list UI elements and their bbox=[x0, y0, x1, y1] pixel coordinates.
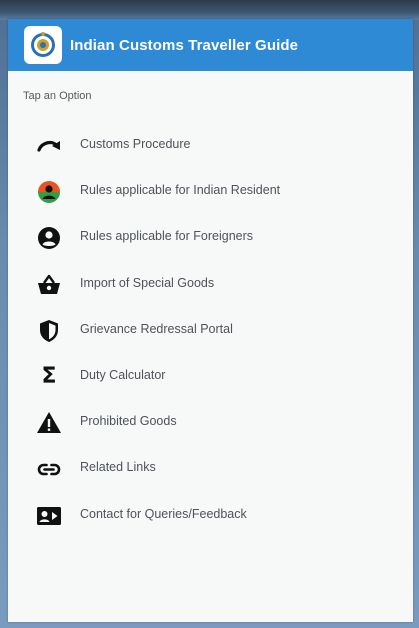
options-menu: Customs Procedure Rules applicable for I… bbox=[8, 127, 413, 543]
menu-item-customs-procedure[interactable]: Customs Procedure bbox=[8, 127, 413, 173]
resident-account-icon bbox=[36, 179, 62, 205]
menu-item-label: Contact for Queries/Feedback bbox=[80, 506, 247, 521]
menu-item-label: Customs Procedure bbox=[80, 137, 191, 151]
menu-item-label: Duty Calculator bbox=[80, 367, 166, 382]
menu-item-foreigners[interactable]: Rules applicable for Foreigners bbox=[8, 219, 413, 265]
app-title: Indian Customs Traveller Guide bbox=[70, 36, 299, 54]
menu-item-contact[interactable]: Contact for Queries/Feedback bbox=[8, 497, 413, 543]
sigma-icon: Σ bbox=[36, 364, 62, 390]
account-circle-icon bbox=[36, 225, 62, 251]
sigma-glyph: Σ bbox=[41, 363, 57, 389]
menu-item-label: Import of Special Goods bbox=[80, 275, 215, 290]
device-frame: Indian Customs Traveller Guide Tap an Op… bbox=[0, 0, 419, 628]
top-shadow bbox=[0, 0, 419, 20]
menu-item-label: Rules applicable for Foreigners bbox=[80, 229, 254, 244]
menu-item-label: Grievance Redressal Portal bbox=[80, 321, 233, 336]
menu-item-special-goods[interactable]: Import of Special Goods bbox=[8, 266, 413, 312]
contact-card-icon bbox=[36, 503, 62, 529]
menu-item-grievance-portal[interactable]: Grievance Redressal Portal bbox=[8, 312, 413, 358]
app-bar: Indian Customs Traveller Guide bbox=[8, 19, 413, 71]
shopping-basket-icon bbox=[36, 272, 62, 298]
menu-item-label: Related Links bbox=[80, 460, 156, 475]
menu-item-prohibited-goods[interactable]: Prohibited Goods bbox=[8, 404, 413, 450]
shield-icon bbox=[36, 318, 62, 344]
menu-item-related-links[interactable]: Related Links bbox=[8, 450, 413, 496]
customs-emblem-icon bbox=[24, 26, 62, 64]
link-icon bbox=[36, 456, 62, 482]
tap-an-option-label: Tap an Option bbox=[23, 90, 92, 102]
menu-item-duty-calculator[interactable]: Σ Duty Calculator bbox=[8, 358, 413, 404]
menu-item-label: Prohibited Goods bbox=[80, 414, 177, 429]
app-screen: Indian Customs Traveller Guide Tap an Op… bbox=[8, 19, 413, 622]
redo-arrow-icon bbox=[36, 133, 62, 159]
menu-item-label: Rules applicable for Indian Resident bbox=[80, 183, 281, 198]
menu-item-indian-resident[interactable]: Rules applicable for Indian Resident bbox=[8, 173, 413, 219]
warning-icon bbox=[36, 410, 62, 436]
